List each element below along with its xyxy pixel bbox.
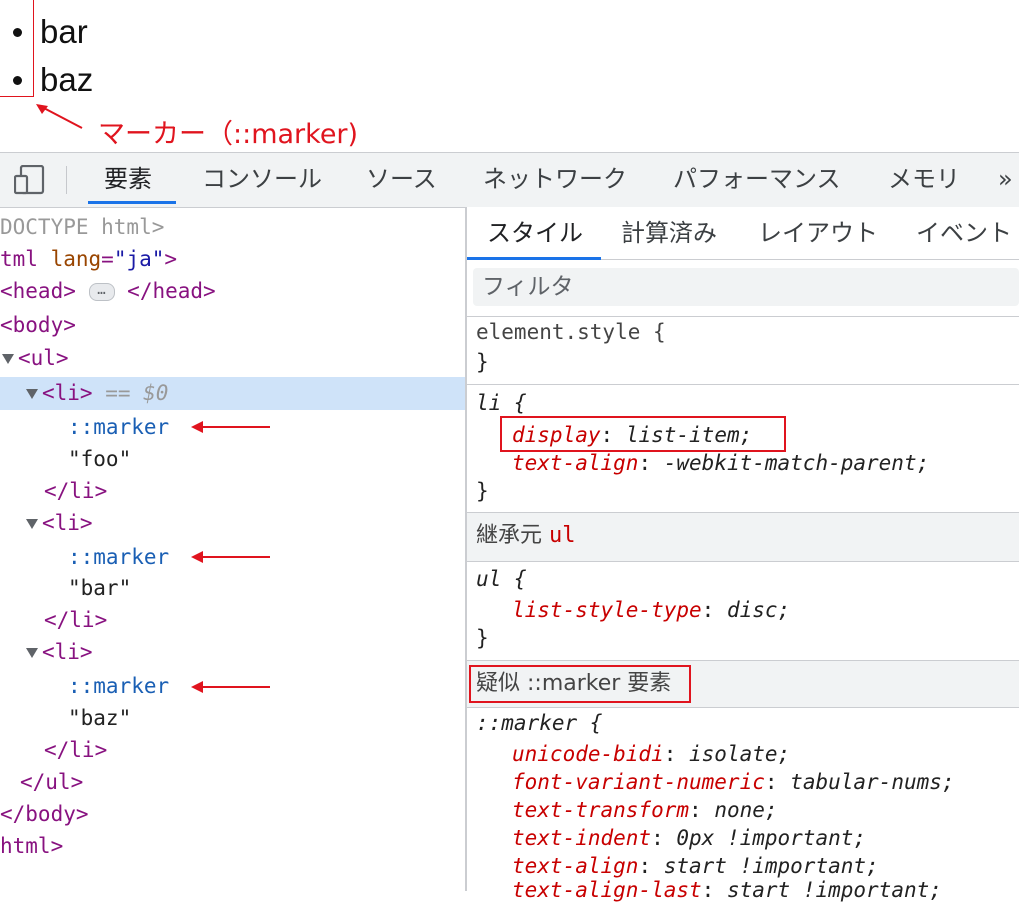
ul-close: </ul> [20,770,84,794]
text-node[interactable]: "foo" [68,443,131,475]
arrow-head-icon [191,551,203,563]
li-selector[interactable]: li { [476,389,527,417]
element-style-rule[interactable]: element.style { [476,318,666,346]
li-close: </li> [44,479,108,503]
rule-close-brace: } [476,350,489,374]
list-item-text: baz [40,61,94,98]
marker-pointer-arrow [200,686,270,688]
text-node[interactable]: "baz" [68,702,131,734]
css-property[interactable]: unicode-bidi: isolate; [512,740,790,768]
rule-close-brace: } [476,479,489,503]
marker-pseudo-node[interactable]: ::marker [68,411,169,443]
tab-event-listeners[interactable]: イベント [916,207,1012,259]
li-close: </li> [44,738,108,762]
tab-computed[interactable]: 計算済み [621,207,717,259]
css-property[interactable]: text-transform: none; [512,796,778,824]
li-node-selected[interactable]: <li> == $0 [26,377,168,409]
html-node[interactable]: tml lang="ja"> [0,243,177,275]
tab-elements[interactable]: 要素 [104,152,152,206]
annotation-arrow [36,104,83,129]
body-close: </body> [0,802,89,826]
li-close: </li> [44,608,108,632]
html-close: html> [0,834,64,858]
marker-pseudo-node[interactable]: ::marker [68,541,169,573]
inherited-label: 継承元 ul [476,523,576,548]
tab-memory[interactable]: メモリ [888,152,960,206]
device-toolbar-icon[interactable] [14,165,46,195]
marker-pointer-arrow [200,556,270,558]
head-node[interactable]: <head> … </head> [0,275,216,307]
tab-layout[interactable]: レイアウト [758,207,878,259]
text-node[interactable]: "bar" [68,572,131,604]
active-tab-indicator [88,201,176,204]
marker-annotation-label: マーカー（::marker) [98,119,359,150]
tab-sources[interactable]: ソース [366,152,437,206]
expand-triangle-icon[interactable] [26,389,38,399]
expand-triangle-icon[interactable] [26,648,38,658]
expand-triangle-icon[interactable] [26,519,38,529]
css-property[interactable]: font-variant-numeric: tabular-nums; [512,768,955,796]
toolbar-divider [66,166,67,194]
tab-styles[interactable]: スタイル [487,207,583,259]
marker-pointer-arrow [200,426,270,428]
li-node[interactable]: <li> [26,636,93,668]
tab-console[interactable]: コンソール [202,152,322,206]
divider [467,384,1019,385]
css-property[interactable]: text-align: -webkit-match-parent; [512,449,929,477]
tab-network[interactable]: ネットワーク [483,152,627,206]
css-property-clipped[interactable]: text-align-last: start !important; [512,876,942,904]
marker-selector[interactable]: ::marker { [476,709,602,737]
pseudo-header-highlight-box [469,665,691,703]
ul-selector[interactable]: ul { [476,565,527,593]
marker-pseudo-node[interactable]: ::marker [68,670,169,702]
css-property[interactable]: list-style-type: disc; [512,596,790,624]
ul-node[interactable]: <ul> [2,342,69,374]
filter-placeholder: フィルタ [482,274,574,300]
more-tabs-icon[interactable]: » [998,152,1013,206]
display-highlight-box [500,416,786,452]
arrow-head-icon [191,421,203,433]
expand-triangle-icon[interactable] [2,354,14,364]
tab-performance[interactable]: パフォーマンス [673,152,841,206]
body-node[interactable]: <body> [0,309,76,341]
list-item-text: bar [40,13,88,50]
li-node[interactable]: <li> [26,507,93,539]
ellipsis-badge-icon[interactable]: … [88,283,115,301]
arrow-head-icon [191,681,203,693]
inherited-source-link[interactable]: ul [549,523,576,548]
doctype-node[interactable]: DOCTYPE html> [0,211,164,243]
css-property[interactable]: text-indent: 0px !important; [512,824,866,852]
rule-close-brace: } [476,626,489,650]
marker-highlight-box [0,0,34,97]
